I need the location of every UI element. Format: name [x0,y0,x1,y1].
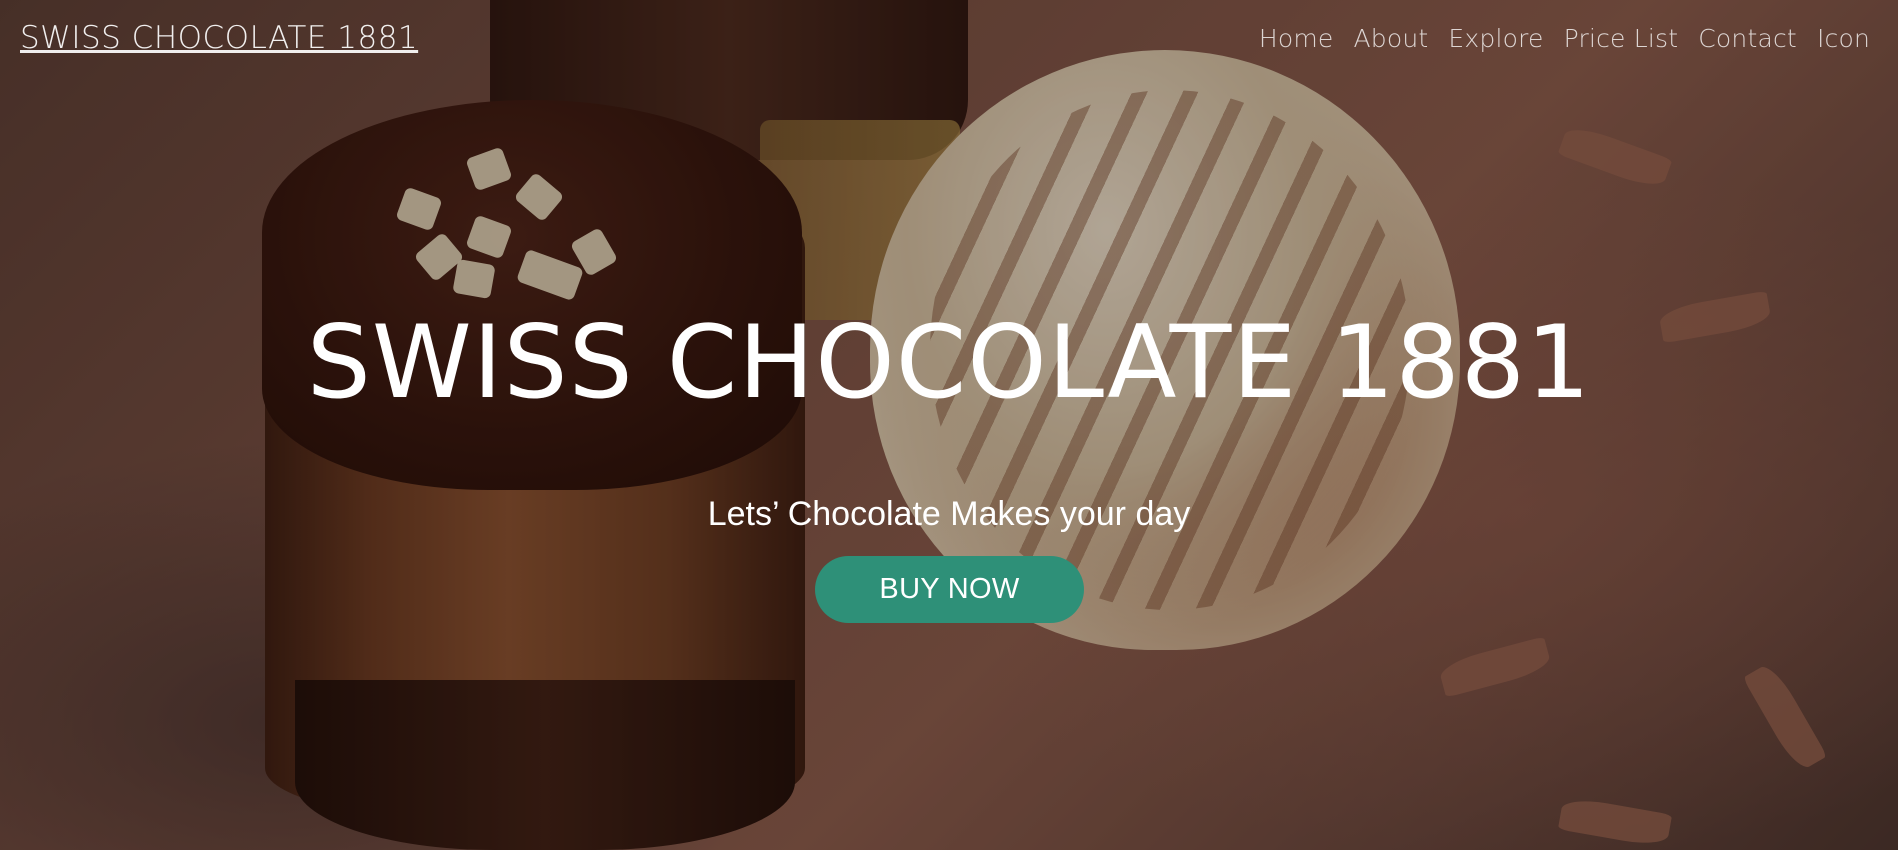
buy-now-button[interactable]: BUY NOW [815,556,1084,623]
hero-content: SWISS CHOCOLATE 1881 Lets’ Chocolate Mak… [0,0,1898,850]
hero-title: SWISS CHOCOLATE 1881 [306,303,1592,421]
hero-subtitle: Lets’ Chocolate Makes your day [707,495,1191,533]
